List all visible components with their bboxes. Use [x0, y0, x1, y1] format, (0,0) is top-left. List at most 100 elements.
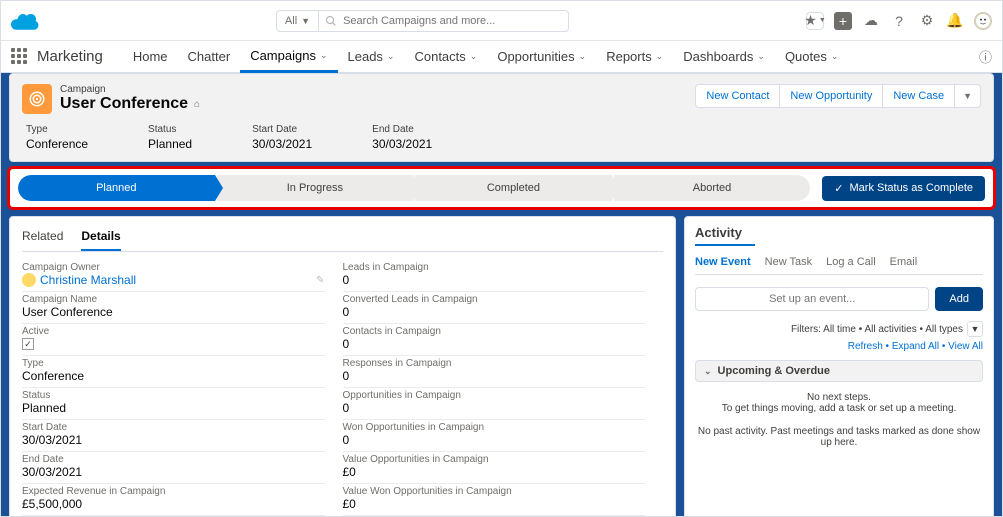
path-stage-in-progress[interactable]: In Progress: [217, 175, 414, 201]
upcoming-overdue-section[interactable]: ⌄Upcoming & Overdue: [695, 360, 983, 382]
field-value: £5,500,000: [22, 497, 82, 511]
field-label: Won Opportunities in Campaign: [343, 422, 646, 433]
compact-label: Status: [148, 124, 192, 135]
nav-item-campaigns[interactable]: Campaigns⌄: [240, 41, 337, 73]
field-label: Contacts in Campaign: [343, 326, 646, 337]
field-label: Converted Leads in Campaign: [343, 294, 646, 305]
owner-link[interactable]: Christine Marshall: [22, 273, 136, 287]
field-label: Status: [22, 390, 325, 401]
field-value: 0: [343, 369, 350, 383]
field-value: 0: [343, 337, 350, 351]
chevron-down-icon: ⌄: [704, 366, 712, 377]
activity-title: Activity: [695, 225, 983, 240]
object-label: Campaign: [60, 84, 200, 95]
bell-icon[interactable]: 🔔: [946, 12, 964, 30]
field-value: User Conference: [22, 305, 113, 319]
activity-filters-text: Filters: All time • All activities • All…: [791, 324, 963, 335]
tab-related[interactable]: Related: [22, 225, 63, 251]
path-stage-completed[interactable]: Completed: [415, 175, 612, 201]
field-value: 0: [343, 305, 350, 319]
check-icon: ✓: [834, 182, 843, 195]
campaign-icon: [22, 84, 52, 114]
chevron-down-icon: ⌄: [831, 51, 839, 62]
field-label: Start Date: [22, 422, 325, 433]
field-label: Value Won Opportunities in Campaign: [343, 486, 646, 497]
path-component: PlannedIn ProgressCompletedAborted ✓ Mar…: [9, 168, 994, 208]
info-icon[interactable]: ⓘ: [979, 47, 992, 66]
field-label: Campaign Name: [22, 294, 325, 305]
activity-tab-log-a-call[interactable]: Log a Call: [826, 256, 876, 268]
field-value: 0: [343, 401, 350, 415]
app-launcher-icon[interactable]: [11, 48, 29, 66]
nav-item-opportunities[interactable]: Opportunities⌄: [487, 41, 596, 73]
new-opportunity-button[interactable]: New Opportunity: [779, 85, 882, 107]
compact-label: Start Date: [252, 124, 312, 135]
activity-tab-new-task[interactable]: New Task: [765, 256, 812, 268]
chevron-down-icon: ⌄: [470, 51, 478, 62]
compact-value: 30/03/2021: [372, 137, 432, 151]
compact-value: 30/03/2021: [252, 137, 312, 151]
field-label: Opportunities in Campaign: [343, 390, 646, 401]
chevron-down-icon: ⌄: [656, 51, 664, 62]
compact-label: End Date: [372, 124, 432, 135]
field-label: Value Opportunities in Campaign: [343, 454, 646, 465]
field-value: 0: [343, 433, 350, 447]
path-stage-aborted[interactable]: Aborted: [614, 175, 811, 201]
field-value: £0: [343, 465, 356, 479]
record-name: User Conference: [60, 95, 188, 113]
nav-item-contacts[interactable]: Contacts⌄: [404, 41, 487, 73]
filter-icon[interactable]: ▼: [967, 321, 983, 337]
field-value: 30/03/2021: [22, 433, 82, 447]
nav-item-reports[interactable]: Reports⌄: [596, 41, 673, 73]
chevron-down-icon: ⌄: [320, 50, 328, 61]
tab-details[interactable]: Details: [81, 225, 120, 251]
activity-filter-links[interactable]: Refresh • Expand All • View All: [695, 341, 983, 352]
header-more-button[interactable]: ▼: [954, 85, 980, 107]
field-value: Conference: [22, 369, 84, 383]
activity-tab-email[interactable]: Email: [890, 256, 918, 268]
activity-tab-new-event[interactable]: New Event: [695, 256, 751, 268]
edit-icon[interactable]: ✎: [316, 275, 324, 286]
compact-label: Type: [26, 124, 88, 135]
hierarchy-icon[interactable]: ⌂: [194, 99, 200, 110]
no-next-steps-text: No next steps.: [695, 392, 983, 403]
nav-item-quotes[interactable]: Quotes⌄: [775, 41, 848, 73]
gear-icon[interactable]: ⚙: [918, 12, 936, 30]
new-event-input[interactable]: [695, 287, 929, 311]
field-value: Planned: [22, 401, 66, 415]
nav-item-dashboards[interactable]: Dashboards⌄: [673, 41, 775, 73]
nav-item-chatter[interactable]: Chatter: [178, 41, 241, 73]
path-stage-planned[interactable]: Planned: [18, 175, 215, 201]
field-label: End Date: [22, 454, 325, 465]
field-value: £0: [343, 497, 356, 511]
favorites-button[interactable]: ★▼: [806, 12, 824, 30]
nav-item-leads[interactable]: Leads⌄: [338, 41, 405, 73]
no-next-steps-hint: To get things moving, add a task or set …: [695, 403, 983, 414]
new-contact-button[interactable]: New Contact: [696, 85, 779, 107]
nav-item-home[interactable]: Home: [123, 41, 178, 73]
no-past-activity-text: No past activity. Past meetings and task…: [695, 426, 983, 448]
compact-value: Planned: [148, 137, 192, 151]
help-icon[interactable]: ?: [890, 12, 908, 30]
active-checkbox: ✓: [22, 338, 34, 350]
app-name: Marketing: [37, 48, 103, 65]
add-event-button[interactable]: Add: [935, 287, 983, 311]
new-case-button[interactable]: New Case: [882, 85, 954, 107]
search-icon: [325, 15, 337, 27]
field-label: Expected Revenue in Campaign: [22, 486, 325, 497]
compact-value: Conference: [26, 137, 88, 151]
owner-avatar-icon: [22, 273, 36, 287]
field-value: 30/03/2021: [22, 465, 82, 479]
chevron-down-icon: ⌄: [757, 51, 765, 62]
field-label: Leads in Campaign: [343, 262, 646, 273]
cloud-icon[interactable]: ☁: [862, 12, 880, 30]
field-label: Responses in Campaign: [343, 358, 646, 369]
mark-complete-button[interactable]: ✓ Mark Status as Complete: [822, 176, 985, 201]
search-scope-all[interactable]: All▼: [276, 10, 319, 32]
global-actions-button[interactable]: +: [834, 12, 852, 30]
user-avatar[interactable]: [974, 12, 992, 30]
chevron-down-icon: ⌄: [387, 51, 395, 62]
salesforce-logo[interactable]: [11, 11, 39, 31]
global-search-input[interactable]: [343, 15, 562, 27]
field-label: Campaign Owner: [22, 262, 325, 273]
